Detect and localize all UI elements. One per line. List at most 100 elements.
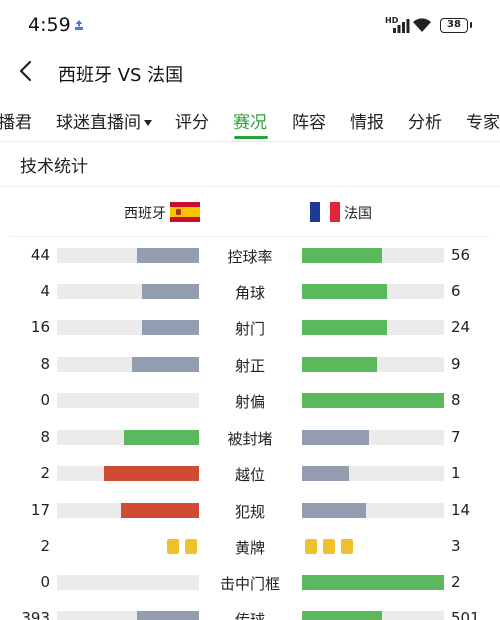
away-yellow-cards bbox=[302, 539, 356, 554]
home-value: 17 bbox=[30, 501, 50, 519]
home-yellow-cards bbox=[164, 539, 200, 554]
away-bar-fill bbox=[302, 503, 366, 518]
status-bar: 4:59 HD 38 bbox=[0, 0, 500, 52]
stat-row: 0 射偏 8 bbox=[0, 382, 500, 418]
stat-label: 射正 bbox=[234, 357, 265, 375]
home-value: 2 bbox=[40, 464, 50, 482]
away-value: 6 bbox=[451, 282, 461, 300]
home-value: 16 bbox=[30, 318, 50, 336]
home-bar bbox=[57, 503, 199, 518]
home-bar-fill bbox=[132, 357, 199, 372]
stat-label: 射偏 bbox=[234, 393, 265, 411]
away-bar bbox=[302, 430, 444, 445]
tab-bar: 播君 球迷直播间 评分 赛况 阵容 情报 分析 专家 bbox=[0, 100, 500, 140]
tab-intel[interactable]: 情报 bbox=[350, 108, 384, 133]
away-bar bbox=[302, 393, 444, 408]
tab-fan-live-room-label: 球迷直播间 bbox=[56, 113, 141, 133]
away-bar-fill bbox=[302, 284, 388, 299]
away-bar bbox=[302, 284, 444, 299]
chevron-left-icon[interactable] bbox=[16, 59, 36, 83]
away-value: 2 bbox=[451, 573, 461, 591]
yellow-card-icon bbox=[305, 539, 317, 554]
caret-down-icon bbox=[144, 120, 152, 126]
home-value: 8 bbox=[40, 428, 50, 446]
top-bar: 西班牙 VS 法国 bbox=[0, 52, 500, 92]
yellow-card-icon bbox=[323, 539, 335, 554]
upload-icon bbox=[75, 20, 83, 30]
stat-row: 8 射正 9 bbox=[0, 346, 500, 382]
france-flag-icon bbox=[310, 202, 340, 222]
away-bar bbox=[302, 248, 444, 263]
stat-row: 4 角球 6 bbox=[0, 273, 500, 309]
away-bar-fill bbox=[302, 357, 378, 372]
away-value: 7 bbox=[451, 428, 461, 446]
stat-row: 8 被封堵 7 bbox=[0, 419, 500, 455]
stat-label: 犯规 bbox=[234, 503, 265, 521]
stat-label: 传球 bbox=[234, 611, 265, 620]
home-value: 0 bbox=[40, 391, 50, 409]
home-bar-fill bbox=[103, 466, 199, 481]
home-value: 4 bbox=[40, 282, 50, 300]
signal-icon bbox=[393, 19, 410, 33]
stat-label: 射门 bbox=[234, 320, 265, 338]
home-bar bbox=[57, 248, 199, 263]
away-bar-fill bbox=[302, 466, 349, 481]
away-bar bbox=[302, 503, 444, 518]
tab-match-status[interactable]: 赛况 bbox=[233, 108, 267, 133]
tab-rating[interactable]: 评分 bbox=[175, 108, 209, 133]
home-bar-fill bbox=[136, 611, 199, 620]
spain-flag-icon bbox=[170, 202, 200, 222]
home-bar-fill bbox=[120, 503, 199, 518]
stat-row: 17 犯规 14 bbox=[0, 492, 500, 528]
away-bar-fill bbox=[302, 248, 382, 263]
away-bar bbox=[302, 611, 444, 620]
stat-row: 44 控球率 56 bbox=[0, 237, 500, 273]
away-value: 56 bbox=[451, 246, 471, 264]
home-bar bbox=[57, 611, 199, 620]
away-value: 8 bbox=[451, 391, 461, 409]
tab-experts[interactable]: 专家 bbox=[466, 108, 500, 133]
home-value: 393 bbox=[21, 609, 50, 620]
battery-icon: 38 bbox=[440, 18, 472, 33]
section-title: 技术统计 bbox=[20, 157, 88, 177]
home-bar bbox=[57, 466, 199, 481]
home-value: 44 bbox=[30, 246, 50, 264]
stat-row: 2 越位 1 bbox=[0, 455, 500, 491]
tab-analysis[interactable]: 分析 bbox=[408, 108, 442, 133]
divider bbox=[0, 141, 500, 142]
home-bar bbox=[57, 393, 199, 408]
battery-level: 38 bbox=[447, 19, 461, 30]
away-bar-fill bbox=[302, 575, 444, 590]
wifi-icon bbox=[413, 18, 431, 32]
away-bar bbox=[302, 575, 444, 590]
home-bar bbox=[57, 320, 199, 335]
tab-lineup[interactable]: 阵容 bbox=[292, 108, 326, 133]
home-value: 2 bbox=[40, 537, 50, 555]
home-team-name: 西班牙 bbox=[124, 206, 166, 222]
away-value: 24 bbox=[451, 318, 471, 336]
home-value: 8 bbox=[40, 355, 50, 373]
stat-label: 被封堵 bbox=[227, 430, 273, 448]
home-bar bbox=[57, 430, 199, 445]
tab-fan-live-room[interactable]: 球迷直播间 bbox=[56, 108, 153, 133]
home-bar bbox=[57, 357, 199, 372]
home-bar-fill bbox=[142, 320, 199, 335]
page-title: 西班牙 VS 法国 bbox=[58, 65, 184, 86]
active-tab-indicator bbox=[234, 136, 268, 139]
away-bar-fill bbox=[302, 430, 369, 445]
status-time: 4:59 bbox=[28, 14, 71, 36]
away-team-name: 法国 bbox=[344, 206, 372, 222]
yellow-card-icon bbox=[185, 539, 197, 554]
tab-bojun[interactable]: 播君 bbox=[0, 108, 32, 133]
stat-row: 2 黄牌 3 bbox=[0, 528, 500, 564]
away-value: 1 bbox=[451, 464, 461, 482]
divider bbox=[0, 186, 500, 187]
stat-label: 角球 bbox=[234, 284, 265, 302]
home-bar bbox=[57, 284, 199, 299]
yellow-card-icon bbox=[167, 539, 179, 554]
home-bar-fill bbox=[136, 248, 199, 263]
stat-label: 控球率 bbox=[227, 248, 273, 266]
away-bar-fill bbox=[302, 611, 382, 620]
stat-label: 击中门框 bbox=[219, 575, 280, 593]
home-bar-fill bbox=[123, 430, 199, 445]
